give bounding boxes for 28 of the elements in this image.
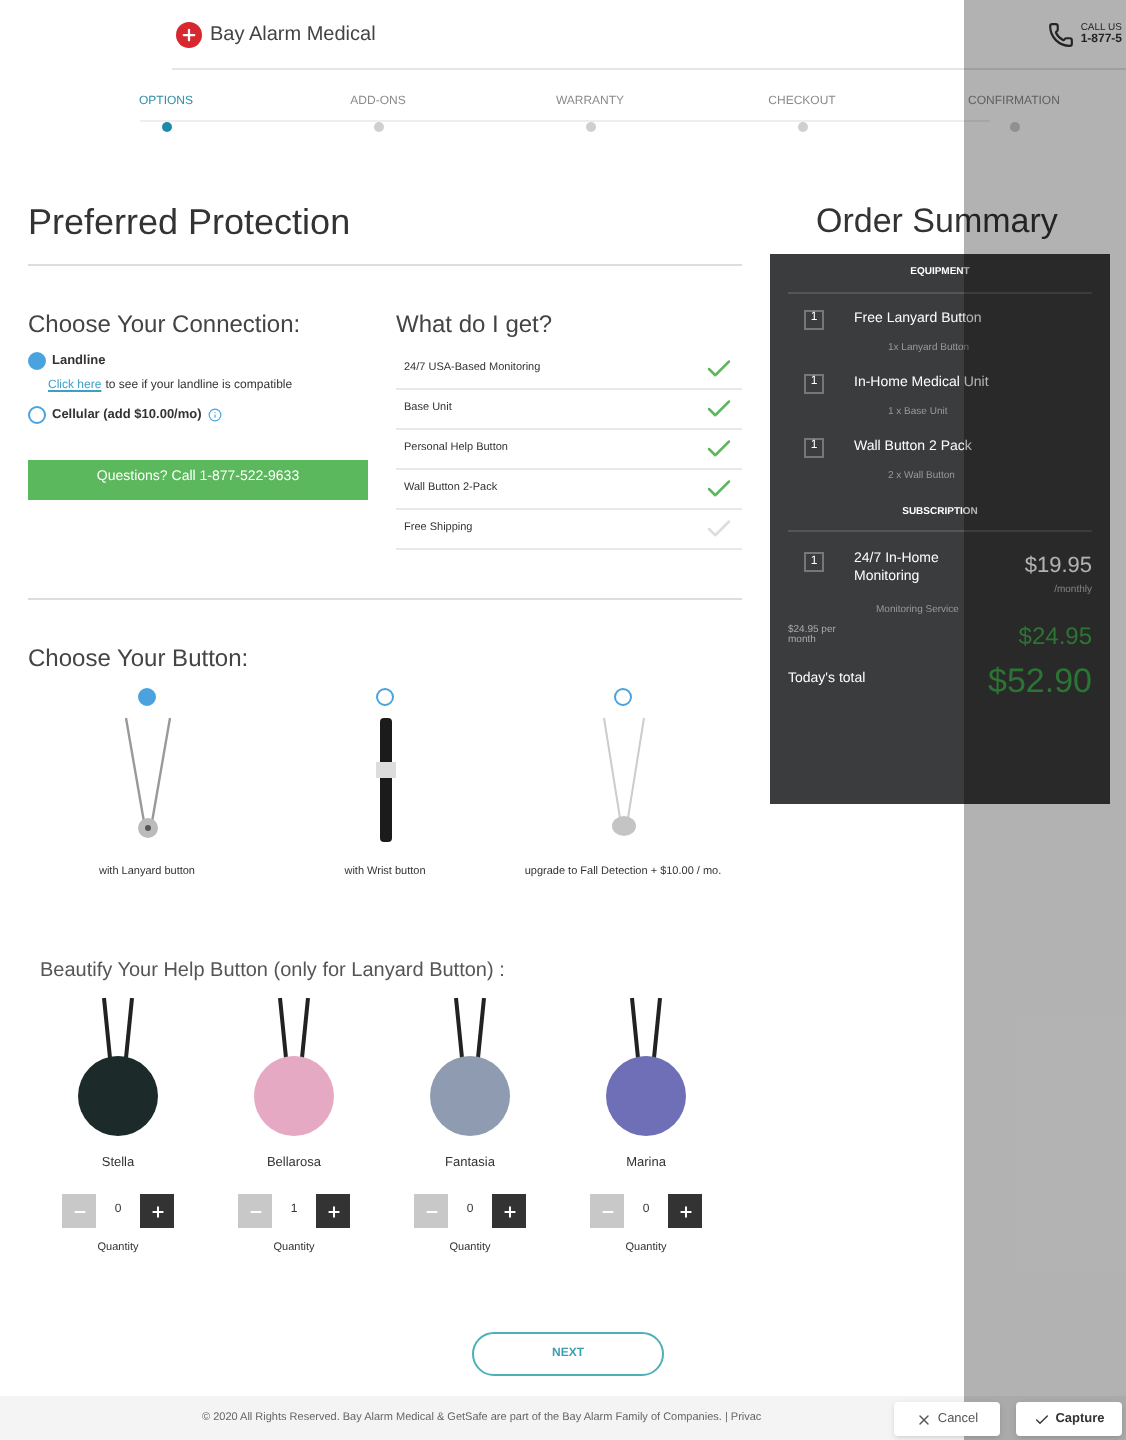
section-heading: Beautify Your Help Button (only for Lanyard Button) : — [38, 958, 507, 987]
plus-icon — [677, 1203, 693, 1219]
section-heading: Choose Your Connection: — [28, 308, 303, 342]
plus-icon — [501, 1203, 517, 1219]
radio-button[interactable] — [28, 406, 46, 425]
radio-button[interactable] — [614, 688, 632, 706]
monthly-total: $24.95 — [1018, 623, 1092, 647]
increase-button[interactable] — [668, 1194, 702, 1228]
today-total: $52.90 — [988, 659, 1092, 703]
wristband-icon — [373, 718, 397, 842]
info-icon — [207, 408, 222, 423]
radio-button[interactable] — [138, 688, 156, 706]
increase-button[interactable] — [316, 1194, 350, 1228]
check-icon — [1033, 1411, 1050, 1427]
section-heading: Choose Your Button: — [28, 642, 251, 676]
item-price: $19.95 — [1024, 552, 1092, 582]
radio-button[interactable] — [376, 688, 394, 706]
increase-button[interactable] — [492, 1194, 526, 1228]
brand-name: Bay Alarm Medical — [210, 21, 376, 49]
radio-button[interactable] — [28, 352, 46, 371]
plus-icon — [325, 1203, 341, 1219]
plus-icon — [149, 1203, 165, 1219]
logo-icon — [176, 21, 202, 47]
section-heading: What do I get? — [396, 308, 555, 342]
page-title: Preferred Protection — [28, 200, 353, 246]
close-icon — [915, 1411, 932, 1427]
increase-button[interactable] — [140, 1194, 174, 1228]
phone-icon — [1048, 21, 1075, 47]
